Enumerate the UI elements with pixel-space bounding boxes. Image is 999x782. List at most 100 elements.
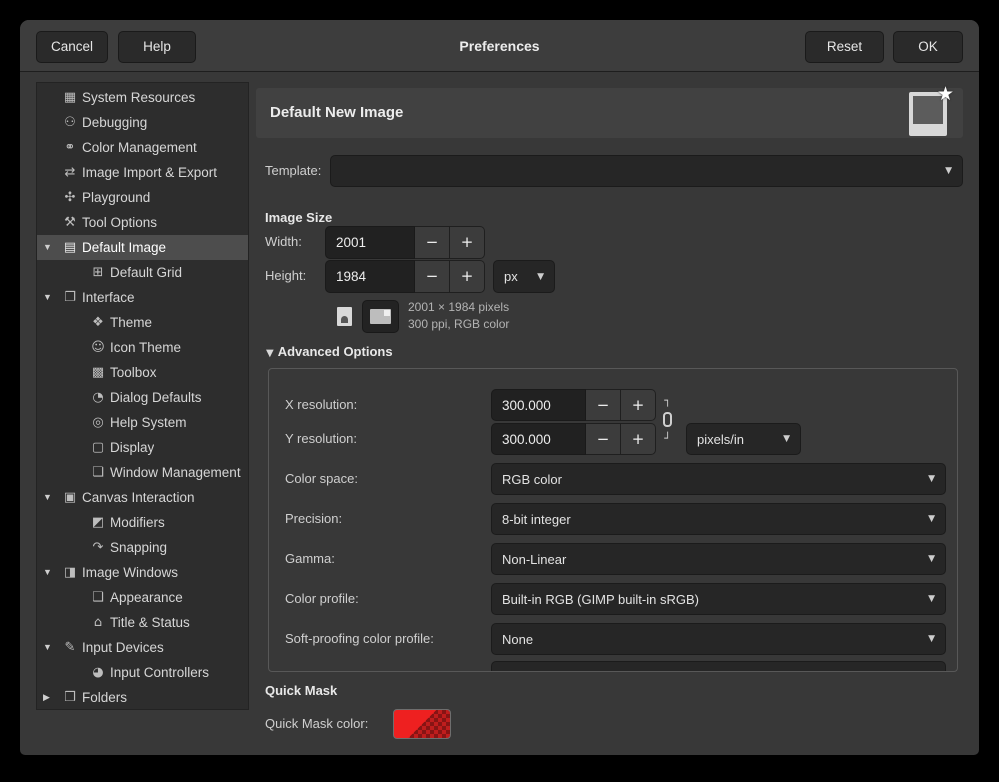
dialog-header-bar: Preferences Cancel Help Reset OK <box>20 20 979 72</box>
gamma-select[interactable]: Non-Linear ▼ <box>491 543 946 575</box>
sidebar-item-input-controllers[interactable]: ◕Input Controllers <box>37 660 248 685</box>
height-minus-button[interactable]: − <box>415 260 450 293</box>
landscape-orientation-button[interactable] <box>362 300 399 333</box>
advanced-options-expander[interactable]: ▼Advanced Options <box>266 344 393 359</box>
sidebar-item-default-image[interactable]: ▼▤Default Image <box>37 235 248 260</box>
canvas-interaction-icon: ▣ <box>61 485 79 510</box>
size-unit-select[interactable]: px ▼ <box>493 260 555 293</box>
chain-bracket-bottom: ┘ <box>664 433 671 444</box>
sidebar-item-toolbox[interactable]: ▩Toolbox <box>37 360 248 385</box>
cancel-button[interactable]: Cancel <box>36 31 108 63</box>
import-export-icon: ⇄ <box>61 160 79 185</box>
ok-button[interactable]: OK <box>893 31 963 63</box>
chevron-down-icon: ▼ <box>928 634 935 644</box>
sidebar-item-interface[interactable]: ▼❐Interface <box>37 285 248 310</box>
sidebar-item-label: Icon Theme <box>110 335 181 360</box>
expander-open-icon[interactable]: ▼ <box>43 285 61 310</box>
sidebar-item-appearance[interactable]: ❑Appearance <box>37 585 248 610</box>
cpu-icon: ▦ <box>61 85 79 110</box>
sidebar-item-window-management[interactable]: ❏Window Management <box>37 460 248 485</box>
precision-value: 8-bit integer <box>502 512 571 527</box>
y-resolution-plus-button[interactable]: + <box>621 423 656 455</box>
resolution-unit-value: pixels/in <box>697 432 744 447</box>
precision-select[interactable]: 8-bit integer ▼ <box>491 503 946 535</box>
sidebar-item-label: Canvas Interaction <box>82 485 195 510</box>
soft-proofing-label: Soft-proofing color profile: <box>285 623 434 655</box>
color-space-select[interactable]: RGB color ▼ <box>491 463 946 495</box>
sidebar-item-dialog-defaults[interactable]: ◔Dialog Defaults <box>37 385 248 410</box>
sidebar-item-tool-options[interactable]: ⚒Tool Options <box>37 210 248 235</box>
sidebar-item-color-management[interactable]: ⚭Color Management <box>37 135 248 160</box>
sidebar-item-canvas-interaction[interactable]: ▼▣Canvas Interaction <box>37 485 248 510</box>
chevron-down-icon: ▼ <box>928 594 935 604</box>
sidebar-item-display[interactable]: ▢Display <box>37 435 248 460</box>
sidebar-item-image-import-export[interactable]: ⇄Image Import & Export <box>37 160 248 185</box>
soft-proofing-value: None <box>502 632 533 647</box>
sidebar-item-input-devices[interactable]: ▼✎Input Devices <box>37 635 248 660</box>
theme-icon: ❖ <box>89 310 107 335</box>
chain-link-icon <box>663 412 672 427</box>
expander-open-icon[interactable]: ▼ <box>43 485 61 510</box>
sidebar-item-playground[interactable]: ✣Playground <box>37 185 248 210</box>
sidebar-item-modifiers[interactable]: ◩Modifiers <box>37 510 248 535</box>
width-plus-button[interactable]: + <box>450 226 485 259</box>
width-input[interactable]: 2001 <box>325 226 415 259</box>
sidebar-item-help-system[interactable]: ◎Help System <box>37 410 248 435</box>
sidebar-item-label: Theme <box>110 310 152 335</box>
color-profile-select[interactable]: Built-in RGB (GIMP built-in sRGB) ▼ <box>491 583 946 615</box>
sidebar-item-snapping[interactable]: ↷Snapping <box>37 535 248 560</box>
display-icon: ▢ <box>89 435 107 460</box>
expander-open-icon[interactable]: ▼ <box>43 560 61 585</box>
y-resolution-input[interactable]: 300.000 <box>491 423 586 455</box>
chevron-down-icon: ▼ <box>928 474 935 484</box>
sidebar-item-icon-theme[interactable]: ☺Icon Theme <box>37 335 248 360</box>
sidebar-item-folders[interactable]: ▶❒Folders <box>37 685 248 710</box>
sidebar-item-image-windows[interactable]: ▼◨Image Windows <box>37 560 248 585</box>
dialog-defaults-icon: ◔ <box>89 385 107 410</box>
chevron-down-icon: ▼ <box>928 554 935 564</box>
expander-open-icon[interactable]: ▼ <box>43 235 61 260</box>
wilber-icon: ⚇ <box>61 110 79 135</box>
template-select[interactable]: ▼ <box>330 155 963 187</box>
sidebar-item-default-grid[interactable]: ⊞Default Grid <box>37 260 248 285</box>
soft-proofing-select[interactable]: None ▼ <box>491 623 946 655</box>
appearance-icon: ❑ <box>89 585 107 610</box>
expander-closed-icon[interactable]: ▶ <box>43 685 61 710</box>
sidebar-item-label: Color Management <box>82 135 197 160</box>
x-resolution-label: X resolution: <box>285 389 357 421</box>
chain-link-toggle[interactable]: ┐ ┘ <box>663 395 672 444</box>
x-resolution-plus-button[interactable]: + <box>621 389 656 421</box>
portrait-icon <box>337 307 352 326</box>
sidebar-item-label: Default Image <box>82 235 166 260</box>
chain-bracket-top: ┐ <box>664 395 671 406</box>
modifiers-icon: ◩ <box>89 510 107 535</box>
color-space-label: Color space: <box>285 463 358 495</box>
sidebar-item-label: Display <box>110 435 154 460</box>
reset-button[interactable]: Reset <box>805 31 884 63</box>
sidebar-item-label: Dialog Defaults <box>110 385 202 410</box>
sidebar-item-debugging[interactable]: ⚇Debugging <box>37 110 248 135</box>
portrait-orientation-button[interactable] <box>330 300 358 333</box>
sidebar-item-theme[interactable]: ❖Theme <box>37 310 248 335</box>
input-devices-icon: ✎ <box>61 635 79 660</box>
sidebar-item-label: Playground <box>82 185 150 210</box>
sidebar-item-system-resources[interactable]: ▦System Resources <box>37 85 248 110</box>
x-resolution-minus-button[interactable]: − <box>586 389 621 421</box>
expander-open-icon[interactable]: ▼ <box>43 635 61 660</box>
new-image-icon: ★ <box>909 92 947 136</box>
height-input[interactable]: 1984 <box>325 260 415 293</box>
y-resolution-minus-button[interactable]: − <box>586 423 621 455</box>
help-button[interactable]: Help <box>118 31 196 63</box>
sidebar-item-label: Image Import & Export <box>82 160 217 185</box>
chevron-down-icon: ▼ <box>537 272 544 282</box>
title-status-icon: ⌂ <box>89 610 107 635</box>
resolution-unit-select[interactable]: pixels/in ▼ <box>686 423 801 455</box>
quick-mask-color-swatch[interactable] <box>393 709 451 739</box>
height-plus-button[interactable]: + <box>450 260 485 293</box>
grid-icon: ⊞ <box>89 260 107 285</box>
image-size-heading: Image Size <box>265 210 332 225</box>
quick-mask-heading: Quick Mask <box>265 683 337 698</box>
x-resolution-input[interactable]: 300.000 <box>491 389 586 421</box>
width-minus-button[interactable]: − <box>415 226 450 259</box>
sidebar-item-title-status[interactable]: ⌂Title & Status <box>37 610 248 635</box>
